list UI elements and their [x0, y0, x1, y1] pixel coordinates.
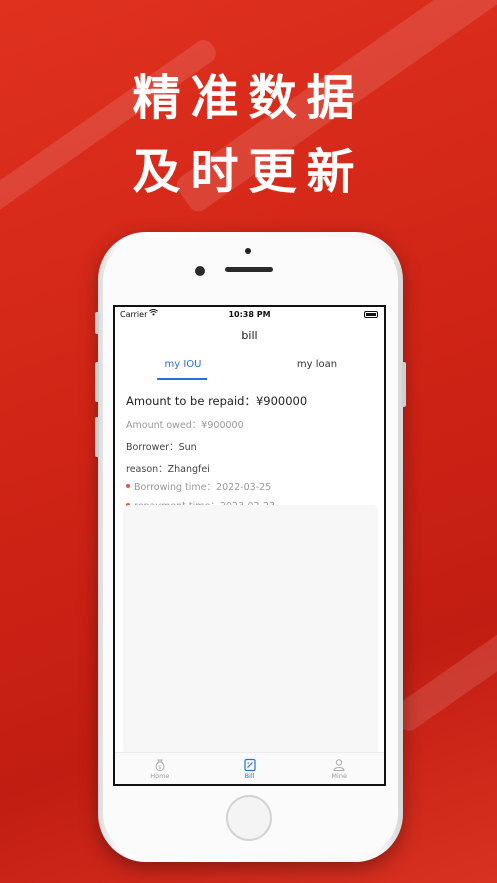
camera-icon	[245, 248, 251, 254]
phone-side-button	[402, 362, 406, 407]
home-button[interactable]	[226, 795, 272, 841]
tabbar-label-home: Home	[150, 772, 170, 780]
amount-to-repay: Amount to be repaid：¥900000	[126, 394, 308, 408]
user-icon	[332, 757, 346, 771]
phone-side-button	[95, 312, 99, 334]
headline-line-1: 精准数据	[132, 70, 365, 126]
borrower: Borrower：Sun	[126, 442, 197, 453]
bullet-dot-icon	[126, 484, 130, 488]
borrowing-time: Borrowing time：2022-03-25	[134, 482, 272, 493]
front-camera-icon	[195, 266, 205, 276]
app-screen: Carrier 10:38 PM bill my IOU my loan Amo…	[113, 305, 386, 786]
reason: reason：Zhangfei	[126, 464, 210, 475]
tabbar-label-bill: Bill	[244, 772, 255, 780]
bill-item[interactable]: Amount to be repaid：¥900000 Amount owed：…	[115, 383, 384, 512]
amount-owed: Amount owed：¥900000	[126, 420, 244, 431]
status-bar: Carrier 10:38 PM	[115, 307, 384, 323]
tab-bar-top: my IOU my loan	[115, 353, 384, 383]
bg-streak	[389, 595, 497, 735]
battery-icon	[364, 311, 378, 318]
status-time: 10:38 PM	[228, 310, 271, 319]
tabbar-item-bill[interactable]: Bill	[205, 753, 295, 784]
tab-my-loan[interactable]: my loan	[257, 359, 377, 370]
tabbar-item-home[interactable]: $ Home	[115, 753, 205, 784]
tab-my-iou[interactable]: my IOU	[123, 359, 243, 370]
bottom-tab-bar: $ Home Bill Mine	[115, 752, 384, 784]
tabbar-label-mine: Mine	[331, 772, 347, 780]
borrowing-time-row: Borrowing time：2022-03-25	[126, 479, 373, 493]
headline-line-2: 及时更新	[132, 144, 365, 200]
phone-side-button	[95, 362, 99, 402]
money-bag-icon: $	[153, 757, 167, 772]
page-title: bill	[241, 329, 258, 342]
phone-side-button	[95, 417, 99, 457]
active-tab-indicator	[157, 378, 207, 380]
empty-card	[123, 505, 378, 755]
bill-icon	[243, 757, 257, 772]
svg-text:$: $	[158, 765, 161, 771]
speaker-grille	[225, 267, 273, 272]
tabbar-item-mine[interactable]: Mine	[294, 753, 384, 784]
